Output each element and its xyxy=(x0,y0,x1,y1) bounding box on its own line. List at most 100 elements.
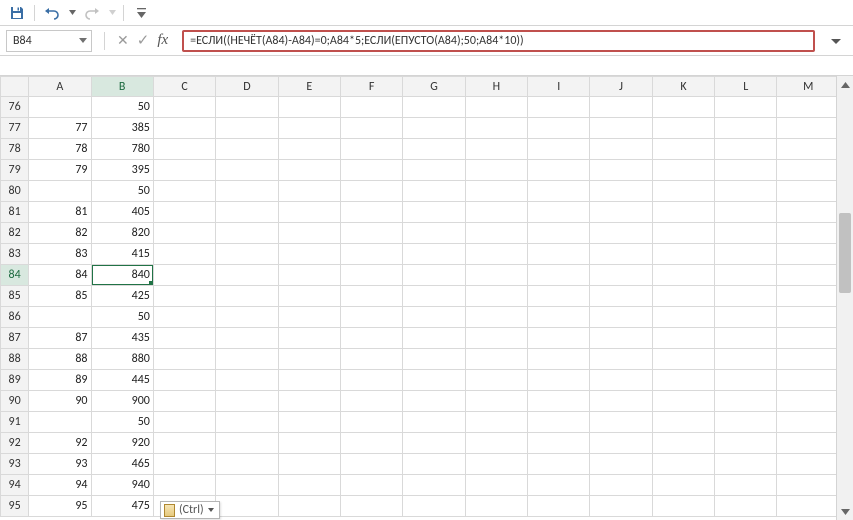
cell[interactable] xyxy=(465,139,527,160)
cell[interactable] xyxy=(403,307,465,328)
column-header[interactable]: M xyxy=(777,77,836,97)
cell[interactable] xyxy=(278,223,340,244)
cell[interactable] xyxy=(465,496,527,517)
cell[interactable] xyxy=(216,454,278,475)
cell[interactable] xyxy=(153,286,215,307)
cell[interactable]: 85 xyxy=(29,286,91,307)
cell[interactable] xyxy=(777,328,836,349)
cell[interactable] xyxy=(777,370,836,391)
cell[interactable] xyxy=(216,307,278,328)
cell[interactable]: 82 xyxy=(29,223,91,244)
cell[interactable]: 385 xyxy=(91,118,153,139)
cell[interactable] xyxy=(340,118,402,139)
column-header[interactable]: J xyxy=(590,77,652,97)
cell[interactable] xyxy=(278,391,340,412)
cell[interactable] xyxy=(340,223,402,244)
cell[interactable] xyxy=(777,97,836,118)
cell[interactable] xyxy=(590,265,652,286)
cell[interactable]: 81 xyxy=(29,202,91,223)
vertical-scrollbar[interactable] xyxy=(836,76,853,520)
cell[interactable] xyxy=(652,244,714,265)
cell[interactable] xyxy=(216,244,278,265)
cell[interactable] xyxy=(216,202,278,223)
column-header[interactable]: L xyxy=(715,77,777,97)
cell[interactable] xyxy=(340,265,402,286)
cell[interactable] xyxy=(777,391,836,412)
cell[interactable] xyxy=(652,265,714,286)
cell[interactable] xyxy=(777,496,836,517)
cell[interactable] xyxy=(153,370,215,391)
cell[interactable] xyxy=(465,265,527,286)
cell[interactable] xyxy=(216,412,278,433)
cell[interactable] xyxy=(340,97,402,118)
cell[interactable] xyxy=(465,454,527,475)
cell[interactable] xyxy=(715,160,777,181)
expand-formula-bar-icon[interactable] xyxy=(825,36,847,46)
cell[interactable] xyxy=(340,475,402,496)
cell[interactable] xyxy=(528,118,590,139)
cell[interactable] xyxy=(590,475,652,496)
cell[interactable] xyxy=(590,181,652,202)
cell[interactable] xyxy=(528,307,590,328)
cell[interactable] xyxy=(153,202,215,223)
cell[interactable] xyxy=(153,349,215,370)
cell[interactable] xyxy=(153,160,215,181)
column-header[interactable]: B xyxy=(91,77,153,97)
cell[interactable] xyxy=(278,118,340,139)
cell[interactable]: 89 xyxy=(29,370,91,391)
cell[interactable] xyxy=(652,97,714,118)
cell[interactable] xyxy=(403,328,465,349)
cell[interactable] xyxy=(216,391,278,412)
cell[interactable] xyxy=(528,286,590,307)
cell[interactable] xyxy=(153,223,215,244)
cell[interactable] xyxy=(528,454,590,475)
cell[interactable]: 88 xyxy=(29,349,91,370)
cell[interactable] xyxy=(652,391,714,412)
cell[interactable] xyxy=(216,265,278,286)
cell[interactable] xyxy=(278,349,340,370)
undo-dropdown-icon[interactable] xyxy=(67,2,77,24)
column-header[interactable]: C xyxy=(153,77,215,97)
cell[interactable]: 50 xyxy=(91,181,153,202)
cell[interactable] xyxy=(777,349,836,370)
cell[interactable] xyxy=(528,370,590,391)
cell[interactable] xyxy=(715,307,777,328)
cell[interactable] xyxy=(465,97,527,118)
cell[interactable] xyxy=(777,223,836,244)
cell[interactable] xyxy=(216,475,278,496)
column-header[interactable]: E xyxy=(278,77,340,97)
cell[interactable]: 50 xyxy=(91,97,153,118)
cell[interactable] xyxy=(340,370,402,391)
cell[interactable] xyxy=(590,118,652,139)
cell[interactable] xyxy=(715,370,777,391)
cell[interactable] xyxy=(777,139,836,160)
cell[interactable] xyxy=(590,454,652,475)
cell[interactable] xyxy=(528,265,590,286)
column-header[interactable]: A xyxy=(29,77,91,97)
cell[interactable] xyxy=(590,202,652,223)
cell[interactable] xyxy=(590,370,652,391)
cell[interactable] xyxy=(715,475,777,496)
cell[interactable] xyxy=(403,433,465,454)
cell[interactable] xyxy=(153,454,215,475)
cell[interactable] xyxy=(528,202,590,223)
cell[interactable] xyxy=(465,391,527,412)
cell[interactable]: 445 xyxy=(91,370,153,391)
cell[interactable] xyxy=(153,97,215,118)
cell[interactable] xyxy=(652,202,714,223)
column-header[interactable]: K xyxy=(652,77,714,97)
row-header[interactable]: 78 xyxy=(1,139,29,160)
cell[interactable] xyxy=(590,328,652,349)
cell[interactable]: 92 xyxy=(29,433,91,454)
cell[interactable] xyxy=(777,202,836,223)
cell[interactable] xyxy=(590,160,652,181)
cell[interactable] xyxy=(465,160,527,181)
cell[interactable] xyxy=(216,118,278,139)
cell[interactable] xyxy=(777,244,836,265)
cell[interactable] xyxy=(465,307,527,328)
cell[interactable] xyxy=(340,139,402,160)
spreadsheet-grid[interactable]: ABCDEFGHIJKLM 76507777385787878079793958… xyxy=(0,76,836,517)
cell[interactable] xyxy=(153,412,215,433)
cell[interactable] xyxy=(278,181,340,202)
cell[interactable] xyxy=(715,349,777,370)
